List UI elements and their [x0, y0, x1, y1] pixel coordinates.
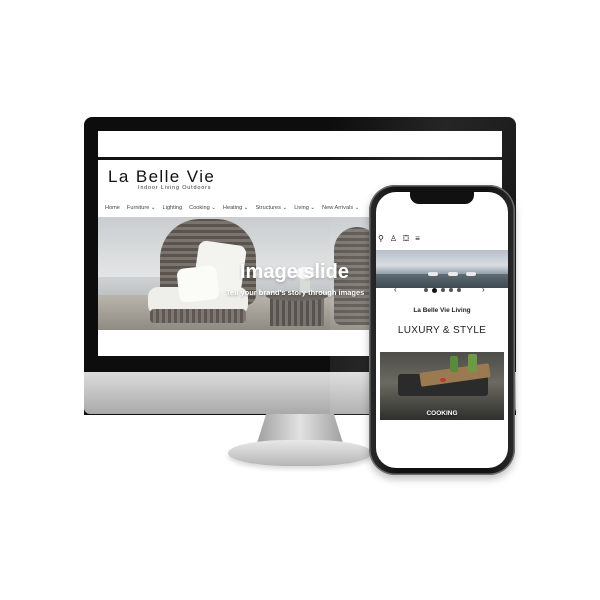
main-navigation: Home Furniture ⌄ Lighting Cooking ⌄ Heat…	[105, 205, 359, 211]
site-logo[interactable]: La Belle Vie	[108, 167, 215, 187]
boat	[428, 272, 438, 276]
nav-item-cooking[interactable]: Cooking ⌄	[189, 205, 216, 211]
bottle	[450, 356, 458, 372]
monitor-stand	[228, 440, 372, 466]
menu-icon[interactable]: ≡	[415, 234, 420, 244]
slide-pagination-dots	[424, 287, 461, 293]
wicker-chair-base	[150, 309, 246, 323]
tomato	[440, 378, 446, 382]
slide-dot[interactable]	[441, 288, 445, 292]
mobile-headline: LUXURY & STYLE	[397, 325, 487, 336]
nav-item-lighting[interactable]: Lighting	[163, 205, 183, 211]
nav-item-structures[interactable]: Structures ⌄	[255, 205, 287, 211]
chair-pillow-small	[176, 265, 220, 303]
slide-dot[interactable]	[457, 288, 461, 292]
nav-item-home[interactable]: Home	[105, 205, 120, 211]
slide-next-arrow-icon[interactable]: ›	[482, 285, 485, 294]
boat	[466, 272, 476, 276]
mobile-website-screen: ⚲ ♙ ⛋ ≡ ‹ › La Belle Vie Living LUXURY &…	[376, 192, 508, 468]
collection-card-label: COOKING	[426, 410, 458, 417]
cart-icon[interactable]: ⛋	[403, 234, 409, 244]
mobile-brand-name: La Belle Vie Living	[413, 307, 471, 314]
nav-item-living[interactable]: Living ⌄	[294, 205, 315, 211]
boat	[448, 272, 458, 276]
mobile-header-icons: ⚲ ♙ ⛋ ≡	[378, 234, 420, 244]
collection-card-cooking[interactable]: COOKING	[380, 352, 504, 420]
search-icon[interactable]: ⚲	[378, 234, 384, 244]
bottle	[468, 354, 477, 372]
slide-prev-arrow-icon[interactable]: ‹	[394, 285, 397, 294]
nav-item-furniture[interactable]: Furniture ⌄	[127, 205, 156, 211]
nav-item-heating[interactable]: Heating ⌄	[223, 205, 249, 211]
slide-dot-active[interactable]	[432, 287, 437, 293]
slide-dot[interactable]	[449, 288, 453, 292]
slide-dot[interactable]	[424, 288, 428, 292]
account-icon[interactable]: ♙	[390, 234, 397, 244]
phone-notch	[410, 192, 474, 204]
site-tagline: Indoor Living Outdoors	[138, 185, 212, 191]
